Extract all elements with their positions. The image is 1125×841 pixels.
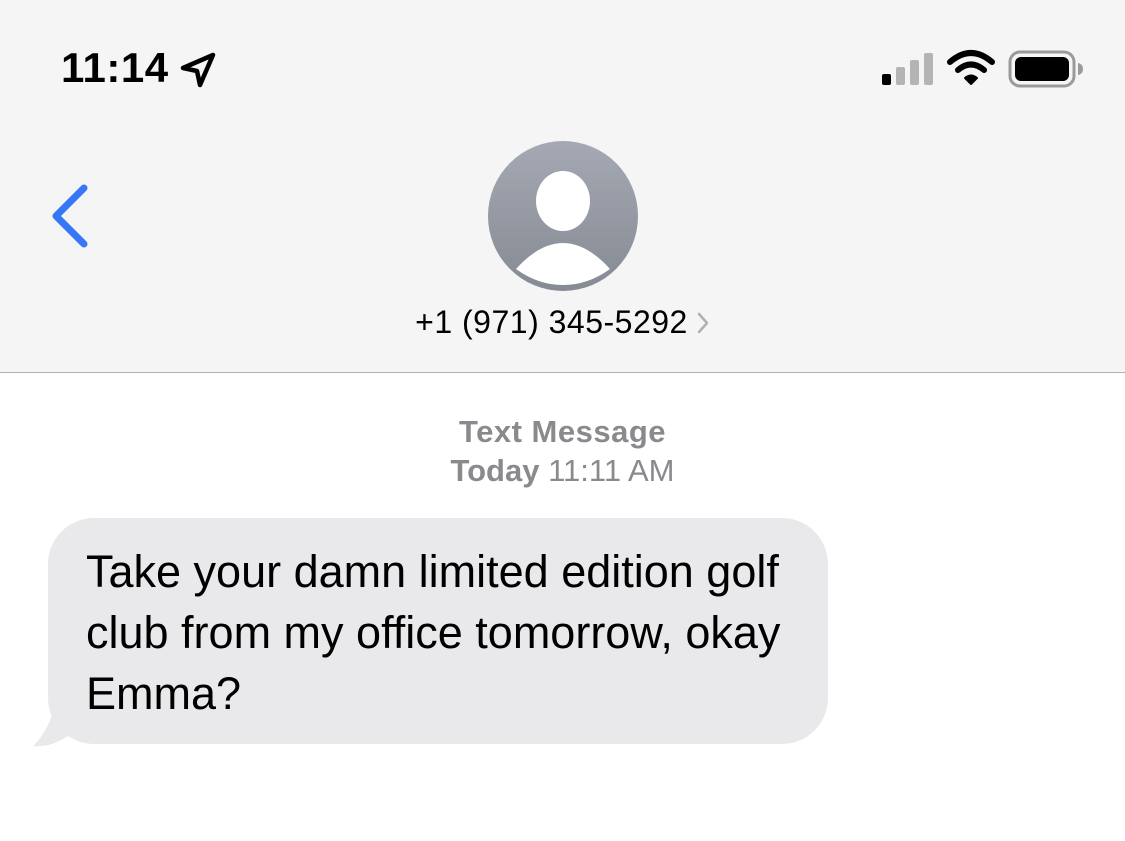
timestamp-day: Today [450, 453, 540, 488]
service-label: Text Message [458, 414, 666, 449]
wifi-icon [947, 50, 995, 85]
person-silhouette-icon [516, 171, 610, 285]
incoming-message[interactable]: Take your damn limited edition golf club… [32, 518, 828, 747]
messages-screen: 11:14 +1 (971) 345-5292 Text Message Tod… [0, 0, 1125, 841]
contact-details-link[interactable]: +1 (971) 345-5292 [0, 304, 1125, 341]
conversation-header: 11:14 +1 (971) 345-5292 [0, 0, 1125, 373]
status-time: 11:14 [61, 44, 169, 91]
message-timestamp: Today 11:11 AM [0, 451, 1125, 490]
timestamp-time: 11:11 AM [548, 453, 675, 488]
contact-name: +1 (971) 345-5292 [415, 304, 688, 340]
back-button[interactable] [40, 176, 100, 256]
chevron-right-icon [697, 312, 709, 334]
location-arrow-icon [180, 52, 216, 88]
cellular-signal-icon [882, 53, 933, 85]
message-timestamp-header: Text Message Today 11:11 AM [0, 412, 1125, 490]
message-bubble: Take your damn limited edition golf club… [48, 518, 828, 744]
contact-avatar[interactable] [488, 141, 638, 291]
battery-icon [1008, 50, 1083, 88]
